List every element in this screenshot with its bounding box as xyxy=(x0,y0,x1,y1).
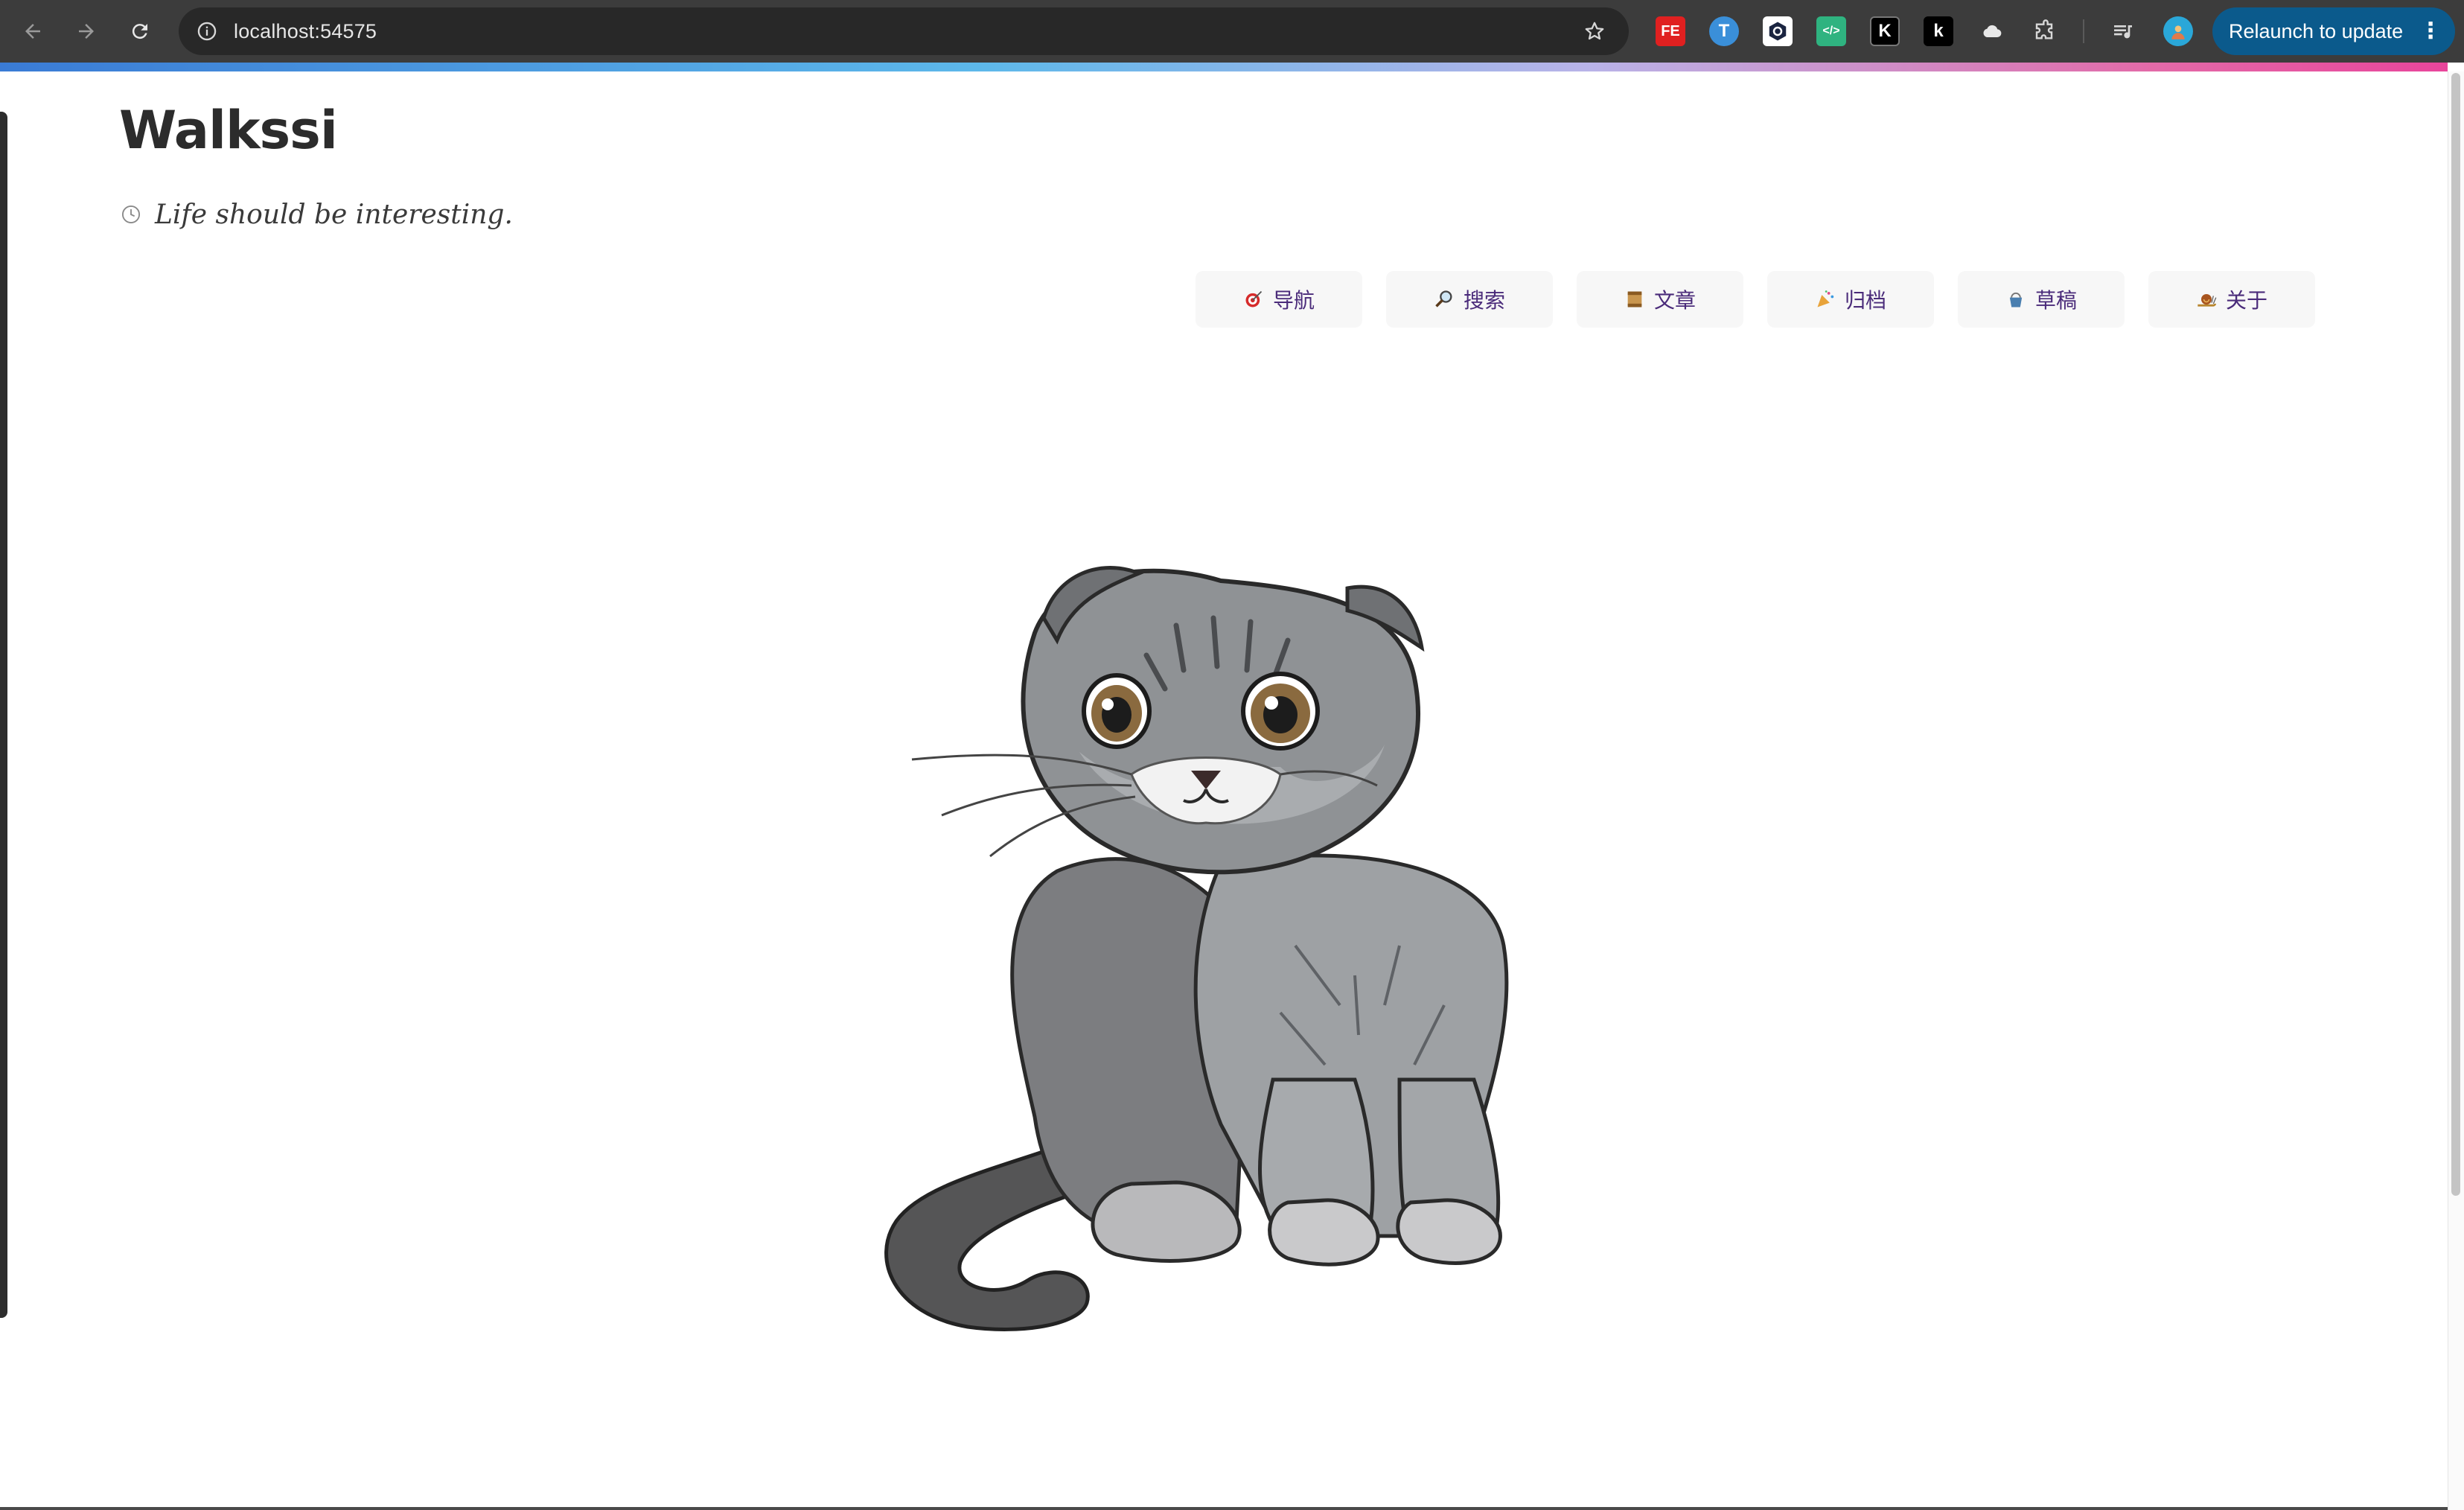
menu-label-articles: 文章 xyxy=(1653,289,1696,312)
menu-item-drafts[interactable]: 草稿 xyxy=(1958,271,2125,328)
profile-avatar-icon[interactable] xyxy=(2163,16,2193,46)
hex-extension-icon[interactable] xyxy=(1763,16,1793,46)
scroll-icon xyxy=(1624,289,1645,310)
site-motto: Life should be interesting. xyxy=(121,195,513,234)
menu-label-archive: 归档 xyxy=(1844,289,1886,312)
scrollbar-thumb[interactable] xyxy=(2451,73,2460,1196)
site-info-icon[interactable] xyxy=(192,16,222,46)
browser-toolbar: localhost:54575 FE T </> K k Relaunch to… xyxy=(0,0,2464,63)
menu-item-archive[interactable]: 归档 xyxy=(1767,271,1934,328)
address-bar[interactable]: localhost:54575 xyxy=(179,7,1629,55)
fe-helper-extension-icon[interactable]: FE xyxy=(1656,16,1685,46)
main-menu: 导航 搜索 文章 归档 草稿 关于 xyxy=(1196,271,2315,328)
side-drawer-handle[interactable] xyxy=(0,112,7,1318)
motto-text: Life should be interesting. xyxy=(155,199,513,230)
menu-label-about: 关于 xyxy=(2225,289,2267,312)
menu-label-nav: 导航 xyxy=(1272,289,1315,312)
menu-item-about[interactable]: 关于 xyxy=(2148,271,2315,328)
target-icon xyxy=(1243,289,1264,310)
extensions-puzzle-icon[interactable] xyxy=(2031,16,2061,46)
media-queue-icon[interactable] xyxy=(2108,16,2138,46)
back-icon[interactable] xyxy=(15,13,51,49)
relaunch-label: Relaunch to update xyxy=(2229,20,2404,42)
forward-icon[interactable] xyxy=(68,13,104,49)
window-bottom-border xyxy=(0,1507,2448,1510)
clock-icon xyxy=(121,204,141,225)
magnifier-icon xyxy=(1434,289,1455,310)
toolbar-separator xyxy=(2083,19,2084,43)
more-menu-icon[interactable]: ⋮ xyxy=(2419,7,2442,55)
menu-item-nav[interactable]: 导航 xyxy=(1196,271,1362,328)
party-popper-icon xyxy=(1815,289,1836,310)
cloud-extension-icon[interactable] xyxy=(1977,16,2007,46)
code-extension-icon[interactable]: </> xyxy=(1816,16,1846,46)
top-gradient-bar xyxy=(0,63,2448,71)
bucket-icon xyxy=(2005,289,2026,310)
bookmark-star-icon[interactable] xyxy=(1580,16,1609,46)
menu-label-drafts: 草稿 xyxy=(2034,289,2077,312)
menu-item-articles[interactable]: 文章 xyxy=(1577,271,1743,328)
hero-cat-illustration xyxy=(834,529,1623,1363)
url-text[interactable]: localhost:54575 xyxy=(234,7,377,55)
snail-icon xyxy=(2196,289,2217,310)
menu-item-search[interactable]: 搜索 xyxy=(1386,271,1553,328)
translate-extension-icon[interactable]: T xyxy=(1709,16,1739,46)
site-title[interactable]: Walkssi xyxy=(119,100,338,161)
relaunch-to-update-button[interactable]: Relaunch to update ⋮ xyxy=(2212,7,2455,55)
k-extension-icon[interactable]: k xyxy=(1924,16,1953,46)
reload-icon[interactable] xyxy=(122,13,158,49)
k-outline-extension-icon[interactable]: K xyxy=(1870,16,1900,46)
menu-label-search: 搜索 xyxy=(1463,289,1505,312)
